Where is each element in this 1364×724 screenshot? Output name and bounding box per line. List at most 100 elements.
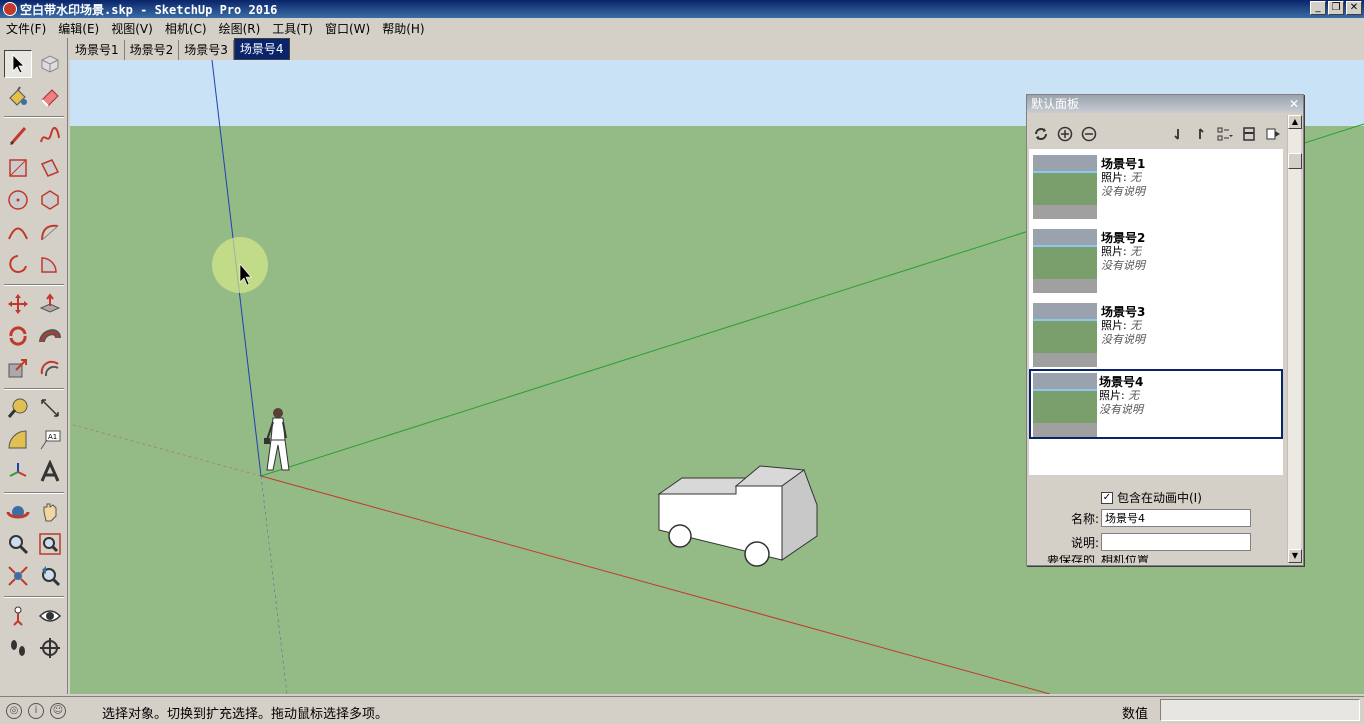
scene-description: 没有说明 bbox=[1101, 333, 1145, 346]
scene-properties: ✓ 包含在动画中(I) 名称: 说明: 要保存的 相机位置 bbox=[1029, 477, 1283, 563]
move-scene-up-icon[interactable] bbox=[1191, 124, 1211, 144]
scene-thumbnail bbox=[1033, 155, 1097, 219]
list-item[interactable]: 场景号3 照片: 无 没有说明 bbox=[1029, 297, 1283, 367]
previous-view-icon[interactable] bbox=[36, 562, 64, 590]
list-item-selected[interactable]: 场景号4 照片: 无 没有说明 bbox=[1029, 369, 1283, 439]
line-tool-icon[interactable] bbox=[4, 122, 32, 150]
include-in-animation-checkbox[interactable]: ✓ bbox=[1101, 491, 1113, 504]
move-scene-down-icon[interactable] bbox=[1167, 124, 1187, 144]
remove-scene-icon[interactable] bbox=[1079, 124, 1099, 144]
scroll-thumb[interactable] bbox=[1288, 153, 1302, 169]
scene-thumbnail bbox=[1033, 229, 1097, 293]
panel-close-icon[interactable]: ✕ bbox=[1289, 95, 1299, 113]
camera-location-label: 相机位置 bbox=[1101, 555, 1150, 563]
panel-title-bar[interactable]: 默认面板 ✕ bbox=[1027, 95, 1303, 113]
scene-description: 没有说明 bbox=[1101, 185, 1145, 198]
measurements-box[interactable] bbox=[1160, 699, 1360, 721]
rectangle-tool-icon[interactable] bbox=[4, 154, 32, 182]
large-tool-set: A1 bbox=[0, 38, 68, 694]
zoom-window-icon[interactable] bbox=[36, 530, 64, 558]
svg-text:A1: A1 bbox=[48, 433, 57, 441]
make-component-icon[interactable] bbox=[36, 50, 64, 78]
credits-icon[interactable]: i bbox=[28, 702, 44, 719]
section-plane-icon[interactable] bbox=[36, 634, 64, 662]
arc-tool-icon[interactable] bbox=[4, 218, 32, 246]
orbit-tool-icon[interactable] bbox=[4, 498, 32, 526]
scale-tool-icon[interactable] bbox=[4, 354, 32, 382]
menu-view[interactable]: 视图(V) bbox=[105, 20, 159, 37]
scroll-up-icon[interactable]: ▲ bbox=[1288, 115, 1302, 129]
tab-scene-4[interactable]: 场景号4 bbox=[233, 38, 290, 60]
menu-bar: 文件(F) 编辑(E) 视图(V) 相机(C) 绘图(R) 工具(T) 窗口(W… bbox=[0, 18, 1364, 38]
restore-button[interactable]: ❐ bbox=[1328, 1, 1344, 15]
tab-scene-1[interactable]: 场景号1 bbox=[70, 40, 125, 60]
status-hint: 选择对象。切换到扩充选择。拖动鼠标选择多项。 bbox=[102, 707, 389, 722]
move-tool-icon[interactable] bbox=[4, 290, 32, 318]
text-tool-icon[interactable]: A1 bbox=[36, 426, 64, 454]
scene-name-row: 名称: bbox=[1029, 509, 1251, 527]
follow-me-icon[interactable] bbox=[36, 322, 64, 350]
tab-scene-2[interactable]: 场景号2 bbox=[125, 40, 180, 60]
push-pull-icon[interactable] bbox=[36, 290, 64, 318]
pie-tool-icon[interactable] bbox=[36, 250, 64, 278]
menu-help[interactable]: 帮助(H) bbox=[376, 20, 430, 37]
paint-bucket-icon[interactable] bbox=[4, 82, 32, 110]
select-tool-icon[interactable] bbox=[4, 50, 32, 78]
circle-tool-icon[interactable] bbox=[4, 186, 32, 214]
zoom-extents-icon[interactable] bbox=[4, 562, 32, 590]
position-camera-icon[interactable] bbox=[4, 602, 32, 630]
menu-window[interactable]: 窗口(W) bbox=[319, 20, 376, 37]
measurements-label: 数值 bbox=[1122, 707, 1149, 722]
pan-tool-icon[interactable] bbox=[36, 498, 64, 526]
scene-description: 没有说明 bbox=[1099, 403, 1143, 416]
include-in-animation-row[interactable]: ✓ 包含在动画中(I) bbox=[1101, 489, 1202, 506]
menu-camera[interactable]: 相机(C) bbox=[159, 20, 213, 37]
menu-draw[interactable]: 绘图(R) bbox=[213, 20, 267, 37]
close-button[interactable]: ✕ bbox=[1346, 1, 1362, 15]
hide-details-icon[interactable] bbox=[1239, 124, 1259, 144]
scene-description: 没有说明 bbox=[1101, 259, 1145, 272]
user-account-icon[interactable]: ☺ bbox=[50, 702, 66, 719]
tape-measure-icon[interactable] bbox=[4, 394, 32, 422]
freehand-tool-icon[interactable] bbox=[36, 122, 64, 150]
scene-thumbnail bbox=[1033, 373, 1097, 437]
tab-scene-3[interactable]: 场景号3 bbox=[179, 40, 234, 60]
walk-tool-icon[interactable] bbox=[4, 634, 32, 662]
scene-tabs: 场景号1 场景号2 场景号3 场景号4 bbox=[70, 38, 290, 60]
scenes-toolbar bbox=[1029, 121, 1285, 147]
menu-file[interactable]: 文件(F) bbox=[0, 20, 52, 37]
status-bar: ◎ i ☺ 选择对象。切换到扩充选择。拖动鼠标选择多项。 数值 bbox=[0, 696, 1364, 724]
description-label: 说明: bbox=[1070, 535, 1099, 550]
three-point-arc-icon[interactable] bbox=[4, 250, 32, 278]
rotate-tool-icon[interactable] bbox=[4, 322, 32, 350]
add-scene-icon[interactable] bbox=[1055, 124, 1075, 144]
offset-tool-icon[interactable] bbox=[36, 354, 64, 382]
update-scene-icon[interactable] bbox=[1031, 124, 1051, 144]
scene-description-row: 说明: bbox=[1029, 533, 1251, 551]
menu-tools[interactable]: 工具(T) bbox=[266, 20, 319, 37]
look-around-icon[interactable] bbox=[36, 602, 64, 630]
details-menu-icon[interactable] bbox=[1263, 124, 1283, 144]
two-point-arc-icon[interactable] bbox=[36, 218, 64, 246]
zoom-tool-icon[interactable] bbox=[4, 530, 32, 558]
menu-edit[interactable]: 编辑(E) bbox=[52, 20, 105, 37]
rotated-rectangle-icon[interactable] bbox=[36, 154, 64, 182]
eraser-icon[interactable] bbox=[36, 82, 64, 110]
include-in-animation-label: 包含在动画中(I) bbox=[1117, 491, 1202, 505]
list-item[interactable]: 场景号1 照片: 无 没有说明 bbox=[1029, 149, 1283, 219]
axes-tool-icon[interactable] bbox=[4, 458, 32, 486]
scroll-down-icon[interactable]: ▼ bbox=[1288, 549, 1302, 563]
minimize-button[interactable]: _ bbox=[1310, 1, 1326, 15]
window-title: 空白带水印场景.skp - SketchUp Pro 2016 bbox=[20, 2, 278, 17]
3d-text-icon[interactable] bbox=[36, 458, 64, 486]
list-item[interactable]: 场景号2 照片: 无 没有说明 bbox=[1029, 223, 1283, 293]
scene-name-field[interactable] bbox=[1101, 509, 1251, 527]
scene-description-field[interactable] bbox=[1101, 533, 1251, 551]
title-bar: 空白带水印场景.skp - SketchUp Pro 2016 _ ❐ ✕ bbox=[0, 0, 1364, 18]
panel-scrollbar[interactable]: ▲ ▼ bbox=[1287, 115, 1302, 563]
dimension-tool-icon[interactable] bbox=[36, 394, 64, 422]
protractor-icon[interactable] bbox=[4, 426, 32, 454]
view-options-icon[interactable] bbox=[1215, 124, 1235, 144]
polygon-tool-icon[interactable] bbox=[36, 186, 64, 214]
geo-location-icon[interactable]: ◎ bbox=[6, 702, 22, 719]
